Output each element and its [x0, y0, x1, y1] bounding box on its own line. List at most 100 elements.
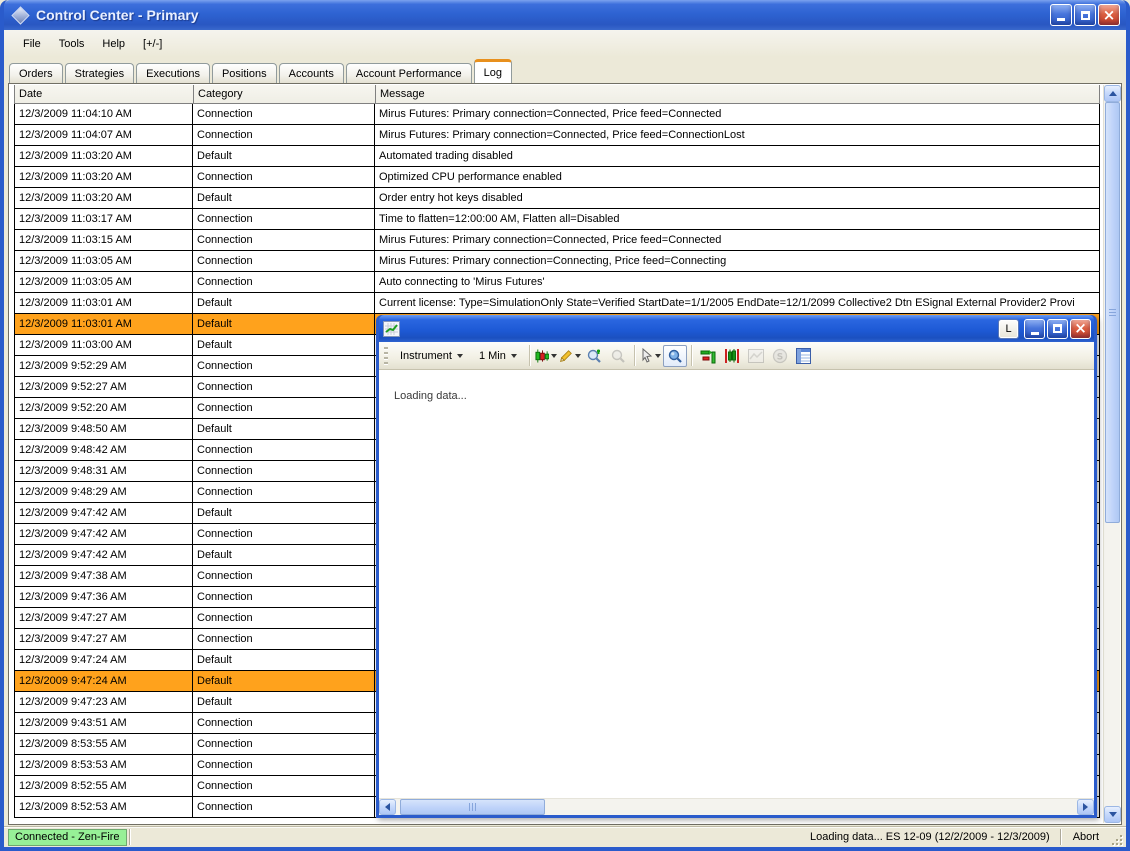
tab-positions[interactable]: Positions: [211, 63, 277, 83]
scroll-down-button[interactable]: [1104, 806, 1121, 823]
cell-msg: Automated trading disabled: [375, 146, 1100, 167]
tab-account-performance[interactable]: Account Performance: [345, 63, 472, 83]
title-bar[interactable]: Control Center - Primary ×: [4, 0, 1126, 30]
scroll-up-button[interactable]: [1104, 85, 1121, 102]
markers-icon[interactable]: [696, 345, 720, 367]
status-bar: Connected - Zen-Fire Loading data... ES …: [4, 826, 1126, 847]
data-box-icon[interactable]: [662, 344, 687, 367]
tab-log[interactable]: Log: [473, 59, 512, 83]
scroll-right-button[interactable]: [1077, 799, 1094, 815]
cell-date: 12/3/2009 11:03:01 AM: [15, 314, 193, 335]
cursor-icon[interactable]: [639, 345, 663, 367]
chart-window[interactable]: L × Instrument 1 Min S Loading data...: [376, 315, 1097, 818]
menu-item-tools[interactable]: Tools: [50, 34, 94, 54]
scroll-left-button[interactable]: [379, 799, 396, 815]
instrument-dropdown[interactable]: Instrument: [392, 346, 471, 366]
menu-item-[interactable]: [+/-]: [134, 34, 171, 54]
cell-cat: Connection: [193, 104, 375, 125]
chart-close-button[interactable]: ×: [1070, 318, 1091, 339]
cell-date: 12/3/2009 9:48:29 AM: [15, 482, 193, 503]
abort-button[interactable]: Abort: [1064, 829, 1108, 846]
table-row[interactable]: 12/3/2009 11:03:15 AM Connection Mirus Fut…: [14, 230, 1100, 251]
table-row[interactable]: 12/3/2009 11:03:20 AM Default Order entry …: [14, 188, 1100, 209]
cell-date: 12/3/2009 9:47:42 AM: [15, 524, 193, 545]
minimize-icon: [1057, 18, 1065, 21]
minimize-button[interactable]: [1050, 4, 1072, 26]
maximize-icon: [1053, 324, 1062, 333]
table-row[interactable]: 12/3/2009 11:04:07 AM Connection Mirus Fut…: [14, 125, 1100, 146]
table-row[interactable]: 12/3/2009 11:03:05 AM Connection Mirus Fut…: [14, 251, 1100, 272]
zoom-out-icon[interactable]: [606, 345, 630, 367]
toolbar-separator: [690, 345, 692, 366]
scroll-grip-icon: [1109, 308, 1116, 317]
status-divider: [128, 829, 131, 845]
table-row[interactable]: 12/3/2009 11:03:20 AM Connection Optimized…: [14, 167, 1100, 188]
tab-orders[interactable]: Orders: [9, 63, 63, 83]
cell-cat: Connection: [193, 125, 375, 146]
instrument-label: Instrument: [400, 349, 452, 362]
draw-tool-icon[interactable]: [558, 345, 582, 367]
chevron-down-icon: [510, 353, 517, 358]
cell-msg: Optimized CPU performance enabled: [375, 167, 1100, 188]
chart-horizontal-scrollbar[interactable]: [379, 798, 1094, 815]
tab-executions[interactable]: Executions: [136, 63, 210, 83]
column-header-message[interactable]: Message: [376, 85, 1099, 103]
tab-strategies[interactable]: Strategies: [64, 63, 135, 83]
chart-trader-icon[interactable]: [720, 345, 744, 367]
cell-cat: Default: [193, 188, 375, 209]
data-grid-icon[interactable]: [792, 345, 816, 367]
cell-date: 12/3/2009 9:47:27 AM: [15, 608, 193, 629]
zoom-in-icon[interactable]: [582, 345, 606, 367]
table-row[interactable]: 12/3/2009 11:04:10 AM Connection Mirus Fut…: [14, 104, 1100, 125]
scroll-thumb[interactable]: [400, 799, 545, 815]
resize-grip[interactable]: [1110, 833, 1123, 846]
chart-style-icon[interactable]: [534, 345, 558, 367]
chart-maximize-button[interactable]: [1047, 318, 1068, 339]
table-row[interactable]: 12/3/2009 11:03:01 AM Default Current lice…: [14, 293, 1100, 314]
cell-date: 12/3/2009 8:53:53 AM: [15, 755, 193, 776]
maximize-button[interactable]: [1074, 4, 1096, 26]
menu-item-help[interactable]: Help: [93, 34, 134, 54]
cell-cat: Connection: [193, 482, 375, 503]
cell-cat: Connection: [193, 713, 375, 734]
link-button[interactable]: L: [998, 318, 1019, 339]
arrow-right-icon: [1083, 803, 1088, 811]
cell-date: 12/3/2009 9:52:20 AM: [15, 398, 193, 419]
cell-date: 12/3/2009 11:03:20 AM: [15, 188, 193, 209]
cell-msg: Mirus Futures: Primary connection=Connec…: [375, 251, 1100, 272]
interval-label: 1 Min: [478, 349, 506, 362]
toolbar-separator: [633, 345, 635, 366]
cell-date: 12/3/2009 11:03:05 AM: [15, 272, 193, 293]
column-header-category[interactable]: Category: [194, 85, 376, 103]
menu-bar: File Tools Help [+/-]: [4, 30, 1126, 57]
interval-dropdown[interactable]: 1 Min: [471, 346, 525, 366]
toolbar-grip-icon[interactable]: [384, 346, 388, 365]
chevron-down-icon: [574, 353, 581, 358]
menu-item-file[interactable]: File: [14, 34, 50, 54]
cell-cat: Connection: [193, 377, 375, 398]
table-row[interactable]: 12/3/2009 11:03:20 AM Default Automated tr…: [14, 146, 1100, 167]
chart-app-icon: [383, 320, 400, 337]
app-diamond-icon: [11, 5, 30, 25]
status-divider: [1059, 829, 1062, 845]
table-row[interactable]: 12/3/2009 11:03:05 AM Connection Auto conn…: [14, 272, 1100, 293]
chart-title-bar[interactable]: L ×: [379, 315, 1094, 342]
cell-date: 12/3/2009 9:48:42 AM: [15, 440, 193, 461]
column-header-date[interactable]: Date: [15, 85, 194, 103]
tab-bar: Orders Strategies Executions Positions Accou…: [4, 57, 1126, 83]
arrow-left-icon: [385, 803, 390, 811]
cell-cat: Default: [193, 146, 375, 167]
close-button[interactable]: ×: [1098, 4, 1120, 26]
chart-minimize-button[interactable]: [1024, 318, 1045, 339]
log-vertical-scrollbar[interactable]: [1103, 85, 1121, 823]
cell-cat: Default: [193, 293, 375, 314]
strategies-icon[interactable]: S: [768, 345, 792, 367]
scroll-thumb[interactable]: [1105, 102, 1120, 523]
cell-msg: Mirus Futures: Primary connection=Connec…: [375, 230, 1100, 251]
tab-accounts[interactable]: Accounts: [278, 63, 344, 83]
table-row[interactable]: 12/3/2009 11:03:17 AM Connection Time to f…: [14, 209, 1100, 230]
snapshot-icon[interactable]: [744, 345, 768, 367]
cell-cat: Connection: [193, 776, 375, 797]
cell-msg: Mirus Futures: Primary connection=Connec…: [375, 125, 1100, 146]
chart-area[interactable]: Loading data...: [379, 370, 1094, 798]
